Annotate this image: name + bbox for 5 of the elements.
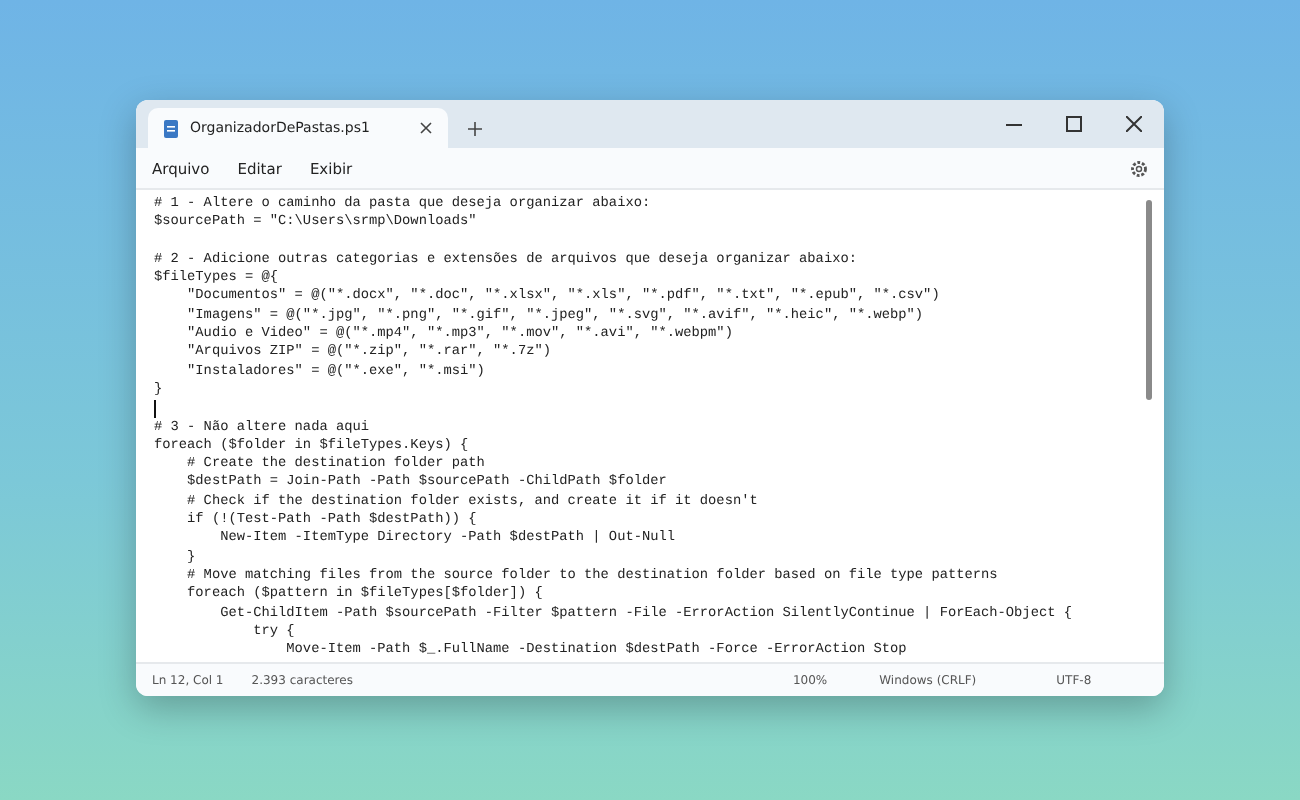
close-tab-icon[interactable] xyxy=(420,122,432,134)
settings-icon[interactable] xyxy=(1130,159,1148,177)
new-tab-icon[interactable] xyxy=(468,122,482,136)
notepad-icon xyxy=(164,119,178,137)
scrollbar-thumb[interactable] xyxy=(1146,200,1152,400)
